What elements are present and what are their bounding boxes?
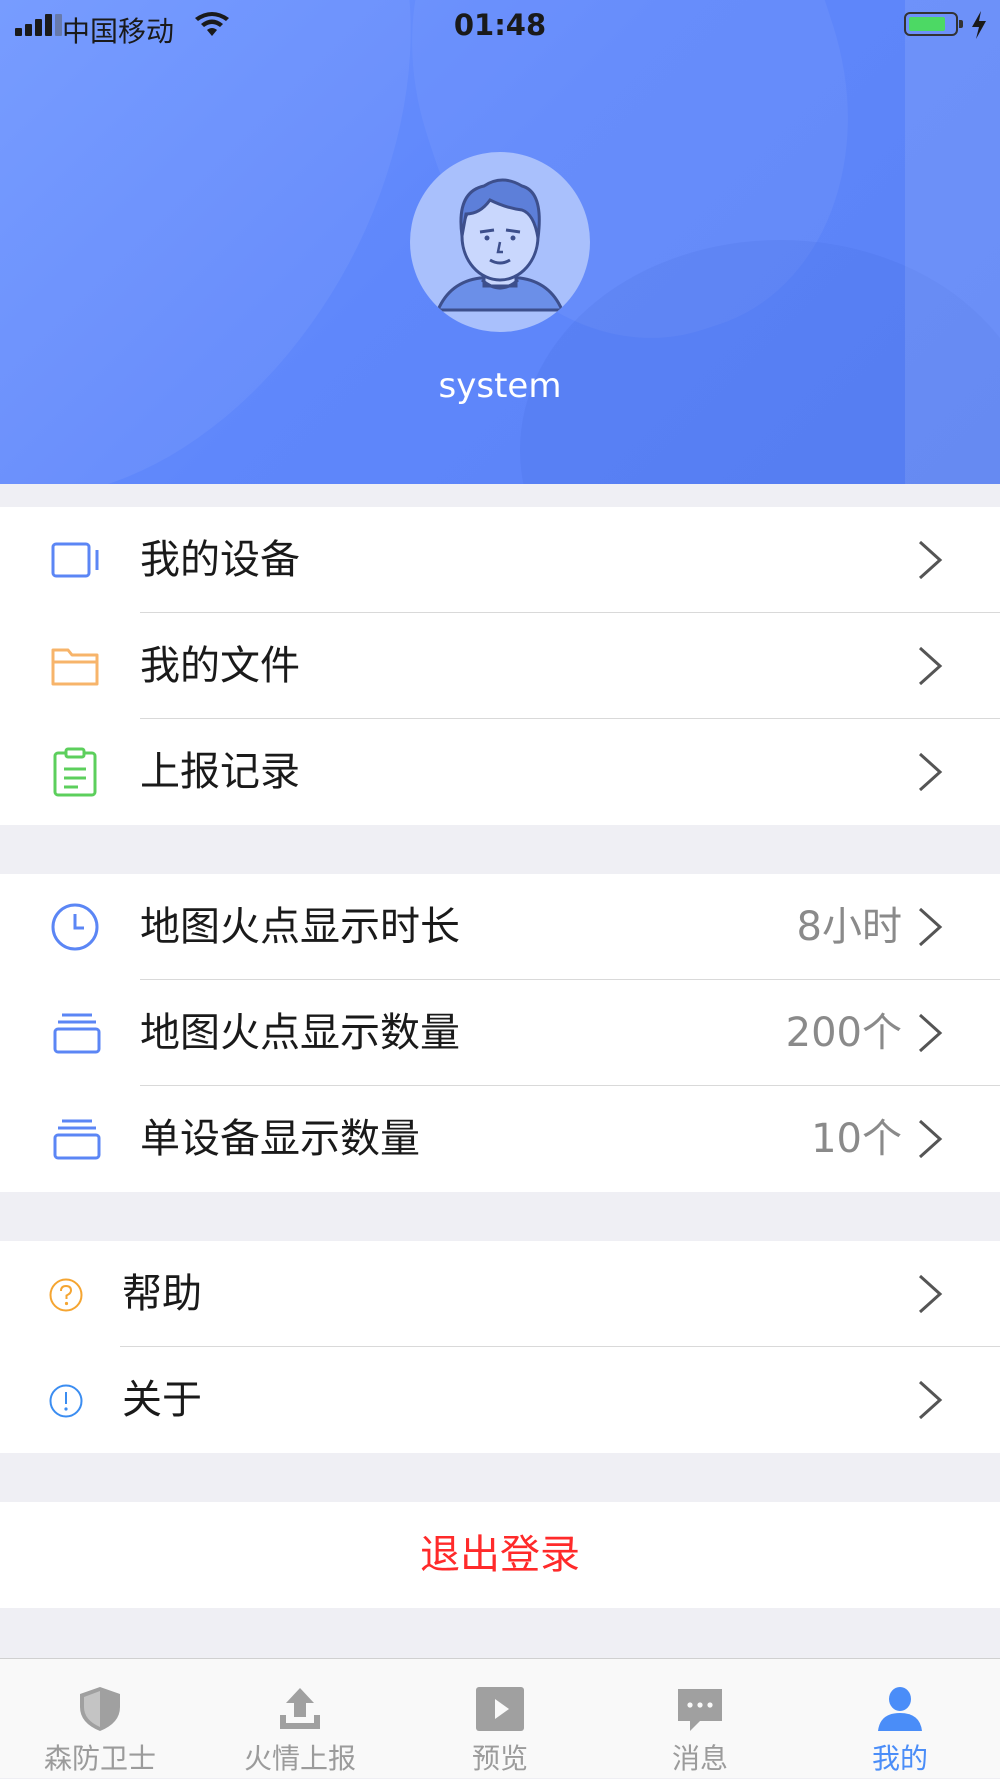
chevron-right-icon <box>918 752 943 792</box>
battery-icon <box>904 12 963 36</box>
chevron-right-icon <box>918 646 943 686</box>
settings-group-3: 帮助 关于 <box>0 1241 1000 1453</box>
item-label: 单设备显示数量 <box>140 1116 420 1162</box>
item-value: 10个 <box>811 1116 902 1162</box>
tab-bar: 森防卫士 火情上报 预览 消息 我的 <box>0 1658 1000 1778</box>
settings-group-2: 地图火点显示时长 8小时 地图火点显示数量 200个 单设备显示数量 10个 <box>0 874 1000 1192</box>
fire-display-duration-item[interactable]: 地图火点显示时长 8小时 <box>0 874 1000 980</box>
stack-icon <box>53 1013 101 1054</box>
clock-icon <box>51 903 99 951</box>
tab-label: 消息 <box>671 1742 728 1775</box>
question-icon <box>49 1278 83 1312</box>
report-records-item[interactable]: 上报记录 <box>0 719 1000 825</box>
item-value: 8小时 <box>796 904 902 950</box>
chevron-right-icon <box>918 1274 943 1314</box>
clipboard-icon <box>53 747 97 797</box>
status-bar: 中国移动 01:48 <box>0 0 1000 52</box>
username: system <box>438 366 562 406</box>
item-label: 地图火点显示数量 <box>140 1010 460 1056</box>
chevron-right-icon <box>918 1119 943 1159</box>
logout-button[interactable]: 退出登录 <box>0 1502 1000 1608</box>
item-label: 我的设备 <box>140 537 300 583</box>
user-icon <box>878 1687 922 1731</box>
header-decoration <box>905 0 1000 484</box>
charging-icon <box>972 11 986 39</box>
tab-label: 火情上报 <box>243 1742 356 1775</box>
upload-icon <box>280 1688 320 1729</box>
tab-label: 森防卫士 <box>43 1742 156 1775</box>
chevron-right-icon <box>918 1013 943 1053</box>
item-label: 地图火点显示时长 <box>140 904 460 950</box>
tab-forest-guard[interactable]: 森防卫士 <box>0 1659 200 1779</box>
device-icon <box>51 542 99 578</box>
settings-group-1: 我的设备 我的文件 上报记录 <box>0 507 1000 825</box>
user-avatar-icon <box>435 178 565 312</box>
info-icon <box>49 1384 83 1418</box>
tab-mine[interactable]: 我的 <box>800 1659 1000 1779</box>
tab-messages[interactable]: 消息 <box>600 1659 800 1779</box>
play-icon <box>476 1687 524 1731</box>
item-label: 帮助 <box>122 1271 202 1317</box>
tab-label: 我的 <box>871 1742 928 1775</box>
chevron-right-icon <box>918 1380 943 1420</box>
about-item[interactable]: 关于 <box>0 1347 1000 1453</box>
chevron-right-icon <box>918 540 943 580</box>
single-device-count-item[interactable]: 单设备显示数量 10个 <box>0 1086 1000 1192</box>
profile-header: 中国移动 01:48 system <box>0 0 1000 484</box>
clock: 01:48 <box>453 8 547 42</box>
avatar[interactable] <box>410 152 590 332</box>
help-item[interactable]: 帮助 <box>0 1241 1000 1347</box>
tab-fire-report[interactable]: 火情上报 <box>200 1659 400 1779</box>
tab-label: 预览 <box>471 1742 528 1775</box>
item-label: 关于 <box>122 1377 202 1423</box>
my-files-item[interactable]: 我的文件 <box>0 613 1000 719</box>
folder-icon <box>51 648 99 686</box>
message-icon <box>678 1689 722 1731</box>
fire-display-count-item[interactable]: 地图火点显示数量 200个 <box>0 980 1000 1086</box>
stack-icon <box>53 1119 101 1160</box>
chevron-right-icon <box>918 907 943 947</box>
item-label: 上报记录 <box>140 749 300 795</box>
tab-preview[interactable]: 预览 <box>400 1659 600 1779</box>
item-label: 我的文件 <box>140 643 300 689</box>
shield-icon <box>80 1687 120 1731</box>
my-devices-item[interactable]: 我的设备 <box>0 507 1000 613</box>
item-value: 200个 <box>785 1010 902 1056</box>
